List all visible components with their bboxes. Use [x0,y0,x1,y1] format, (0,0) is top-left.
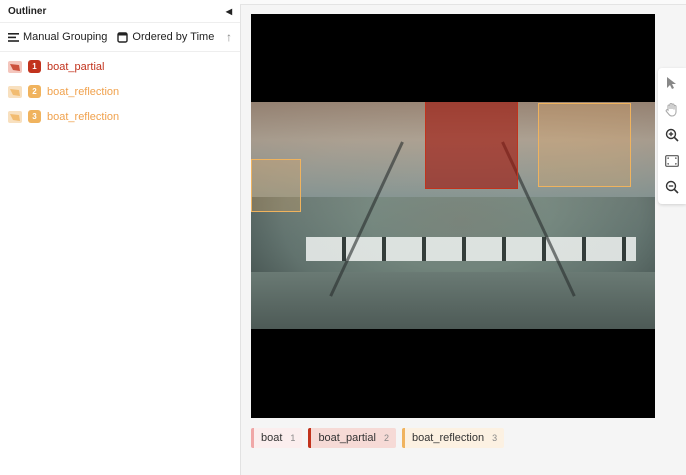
pointer-icon[interactable] [662,73,682,93]
region-index-badge: 3 [28,110,41,123]
region-thumbnail-icon [8,60,22,73]
label-chip-boat-reflection[interactable]: boat_reflection 3 [401,428,505,448]
fit-screen-icon[interactable] [662,151,682,171]
zoom-out-icon[interactable] [662,177,682,197]
region-label: boat_partial [47,60,105,73]
calendar-icon [117,31,129,43]
region-label: boat_reflection [47,110,120,123]
ordering-label: Ordered by Time [132,31,215,43]
label-name: boat_reflection [411,432,485,444]
floor-area [251,272,655,329]
region-item[interactable]: 1 boat_partial [0,54,240,79]
region-thumbnail-icon [8,110,22,123]
zoom-in-icon[interactable] [662,125,682,145]
canvas-toolbar [658,68,686,204]
region-list: 1 boat_partial 2 boat_reflection 3 boat_… [0,52,240,129]
region-index-badge: 1 [28,60,41,73]
label-count: 3 [492,433,498,443]
label-count: 2 [383,433,389,443]
bbox-boat-reflection[interactable] [251,159,301,212]
region-index-badge: 2 [28,85,41,98]
label-legend: boat 1 boat_partial 2 boat_reflection 3 [251,428,505,448]
region-label: boat_reflection [47,85,120,98]
region-item[interactable]: 2 boat_reflection [0,79,240,104]
outliner-toolbar: Manual Grouping Ordered by Time ↑ [0,23,240,52]
collapse-panel-icon[interactable]: ◀ [226,7,232,16]
label-chip-boat[interactable]: boat 1 [251,428,303,448]
video-frame [251,102,655,329]
bbox-boat-partial[interactable] [425,102,518,189]
ordering-button[interactable]: Ordered by Time [117,31,214,43]
label-chip-boat-partial[interactable]: boat_partial 2 [308,428,396,448]
outliner-panel: Outliner ◀ Manual Grouping Ordered by Ti… [0,0,241,475]
region-thumbnail-icon [8,85,22,98]
grouping-label: Manual Grouping [23,31,108,43]
pan-hand-icon[interactable] [662,99,682,119]
label-name: boat [261,432,283,444]
sort-direction-icon[interactable]: ↑ [226,30,232,44]
outliner-header: Outliner ◀ [0,0,240,23]
image-canvas[interactable] [251,14,655,418]
bbox-boat-reflection[interactable] [538,103,631,187]
label-name: boat_partial [318,432,376,444]
top-strip [240,0,686,5]
grouping-button[interactable]: Manual Grouping [8,31,107,43]
region-item[interactable]: 3 boat_reflection [0,104,240,129]
list-icon [8,32,19,42]
outliner-title: Outliner [8,5,47,17]
label-count: 1 [290,433,296,443]
